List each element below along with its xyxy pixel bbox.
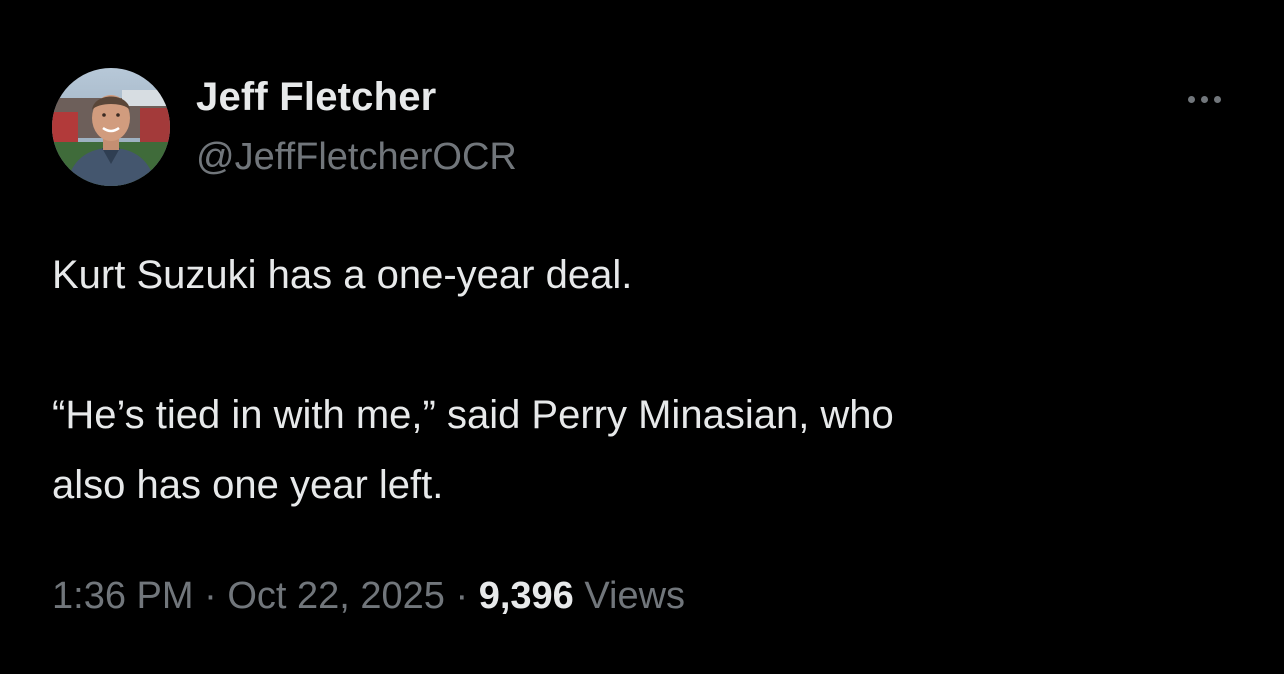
tweet-metadata: 1:36 PM · Oct 22, 2025 · 9,396 Views — [52, 572, 685, 620]
author-handle[interactable]: @JeffFletcherOCR — [196, 134, 517, 180]
more-horizontal-icon — [1187, 95, 1195, 103]
more-horizontal-icon — [1213, 95, 1221, 103]
tweet-text-line: “He’s tied in with me,” said Perry Minas… — [52, 393, 894, 437]
views-label[interactable]: Views — [584, 575, 685, 617]
author-display-name[interactable]: Jeff Fletcher — [196, 74, 436, 120]
avatar[interactable] — [52, 68, 170, 186]
tweet-time[interactable]: 1:36 PM — [52, 575, 194, 617]
profile-photo-icon — [52, 68, 170, 186]
more-horizontal-icon — [1200, 95, 1208, 103]
tweet-text-line: Kurt Suzuki has a one-year deal. — [52, 253, 633, 297]
meta-separator: · — [455, 575, 469, 617]
tweet-date[interactable]: Oct 22, 2025 — [227, 575, 445, 617]
tweet-detail: Jeff Fletcher @JeffFletcherOCR Kurt Suzu… — [0, 0, 1284, 674]
views-count[interactable]: 9,396 — [479, 575, 574, 617]
tweet-text-line: also has one year left. — [52, 463, 444, 507]
meta-separator: · — [204, 575, 217, 617]
tweet-text: Kurt Suzuki has a one-year deal. “He’s t… — [52, 240, 1252, 520]
more-button[interactable] — [1176, 84, 1232, 114]
